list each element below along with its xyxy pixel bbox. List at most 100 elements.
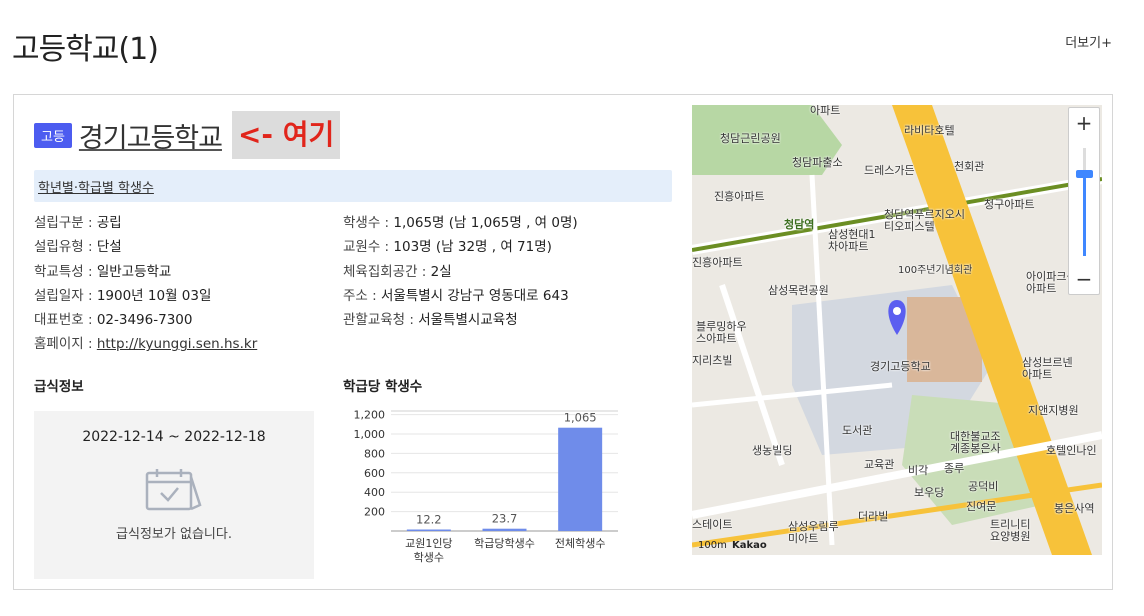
info-row: 교원수 : 103명 (남 32명 , 여 71명) <box>343 235 673 259</box>
map-label: 진흥아파트 <box>692 256 743 269</box>
map-label: 라비타호텔 <box>904 124 955 137</box>
map-label: 호텔인나인 <box>1046 444 1097 457</box>
map-label: 진여문 <box>966 500 997 513</box>
map-label: 천회관 <box>954 160 985 173</box>
y-tick-label: 800 <box>364 447 385 460</box>
map-label: 생농빌딩 <box>752 444 793 457</box>
chart-section-title: 학급당 학생수 <box>343 379 423 395</box>
map-label: 삼성우림루미아트 <box>788 520 839 545</box>
x-tick-label: 전체학생수 <box>555 537 606 550</box>
info-right: 학생수 : 1,065명 (남 1,065명 , 여 0명) 교원수 : 103… <box>343 211 673 332</box>
y-tick-label: 400 <box>364 486 385 499</box>
map-label: 100주년기념회관 <box>898 265 973 276</box>
map-label: 청담역푸르지오시티오피스텔 <box>884 208 965 233</box>
info-key: 체육집회공간 : <box>343 263 427 280</box>
info-value: 103명 (남 32명 , 여 71명) <box>393 239 552 256</box>
info-row: 설립일자 : 1900년 10월 03일 <box>34 284 334 308</box>
meal-date-range: 2022-12-14 ~ 2022-12-18 <box>82 429 266 445</box>
info-value: 서울특별시 강남구 영동대로 643 <box>380 287 569 304</box>
annotation-label: <- 여기 <box>231 111 341 159</box>
page-title: 고등학교(1) <box>12 32 159 67</box>
x-tick-label: 학생수 <box>414 551 444 564</box>
map-label: 비각 <box>908 464 929 477</box>
info-key: 교원수 : <box>343 239 390 256</box>
map-label: 삼성브르넨아파트 <box>1022 356 1073 381</box>
map-label: 진흥아파트 <box>714 190 765 203</box>
map-scale-label: 100m <box>698 540 727 551</box>
info-value: 1900년 10월 03일 <box>96 287 212 304</box>
map-label: 봉은사역 <box>1054 502 1095 515</box>
info-row: 학교특성 : 일반고등학교 <box>34 260 334 284</box>
info-row: 대표번호 : 02-3496-7300 <box>34 308 334 332</box>
map-label: 청담근린공원 <box>720 132 781 145</box>
map-label: 대한불교조계종봉은사 <box>950 430 1001 455</box>
info-key: 대표번호 : <box>34 312 93 329</box>
school-header: 고등 경기고등학교 <- 여기 <box>34 109 341 161</box>
info-row: 주소 : 서울특별시 강남구 영동대로 643 <box>343 284 673 308</box>
info-key: 관할교육청 : <box>343 312 414 329</box>
map-label: 청구아파트 <box>984 198 1035 211</box>
y-tick-label: 1,000 <box>354 428 386 441</box>
map-label: 삼성목련공원 <box>768 284 829 297</box>
info-row: 체육집회공간 : 2실 <box>343 260 673 284</box>
map-label: 스테이트 <box>692 518 733 531</box>
info-row: 관할교육청 : 서울특별시교육청 <box>343 308 673 332</box>
meal-section-title: 급식정보 <box>34 379 84 395</box>
map-label: 청담역 <box>784 218 815 231</box>
school-level-badge: 고등 <box>34 122 72 148</box>
data-label: 12.2 <box>416 513 442 527</box>
bar <box>406 529 451 531</box>
location-map[interactable]: 아파트 라비타호텔 청담근린공원 청담파출소 드레스가든 천회관 진흥아파트 청… <box>692 105 1102 555</box>
meal-empty-text: 급식정보가 없습니다. <box>116 527 232 542</box>
data-label: 1,065 <box>564 411 597 425</box>
info-value: 서울특별시교육청 <box>418 312 518 329</box>
info-left: 설립구분 : 공립 설립유형 : 단설 학교특성 : 일반고등학교 설립일자 :… <box>34 211 334 357</box>
zoom-slider-handle[interactable] <box>1076 170 1093 178</box>
school-name-link[interactable]: 경기고등학교 <box>79 116 223 155</box>
map-label: 지리츠빌 <box>692 354 733 367</box>
meal-box: 2022-12-14 ~ 2022-12-18 급식정보가 없습니다. <box>34 411 314 579</box>
zoom-fill <box>1083 178 1086 256</box>
zoom-out-button[interactable]: − <box>1069 264 1099 294</box>
info-value: 일반고등학교 <box>96 263 172 280</box>
map-label: 경기고등학교 <box>870 360 931 373</box>
y-tick-label: 1,200 <box>354 409 386 422</box>
x-tick-label: 교원1인당 <box>405 537 452 550</box>
map-label: 공덕비 <box>968 480 999 493</box>
student-stats-bar: 학년별·학급별 학생수 <box>34 170 672 202</box>
info-row: 홈페이지 : http://kyunggi.sen.hs.kr <box>34 332 334 356</box>
map-label: 블루밍하우스아파트 <box>696 320 747 345</box>
info-value: 공립 <box>96 215 122 231</box>
map-label: 트리니티요양병원 <box>990 518 1031 543</box>
map-label: 드레스가든 <box>864 164 915 177</box>
x-tick-label: 학급당학생수 <box>474 537 535 550</box>
school-card: 고등 경기고등학교 <- 여기 학년별·학급별 학생수 설립구분 : 공립 설립… <box>13 94 1113 590</box>
map-label: 교육관 <box>864 458 895 471</box>
homepage-link[interactable]: http://kyunggi.sen.hs.kr <box>97 336 257 352</box>
info-row: 학생수 : 1,065명 (남 1,065명 , 여 0명) <box>343 211 673 235</box>
calendar-check-icon <box>144 467 204 519</box>
info-key: 설립구분 : <box>34 215 93 231</box>
info-key: 설립일자 : <box>34 287 93 304</box>
map-label: 삼성현대1차아파트 <box>828 228 876 253</box>
map-label: 보우당 <box>914 486 945 499</box>
info-value: 단설 <box>96 239 122 256</box>
info-key: 주소 : <box>343 287 377 304</box>
student-stats-link[interactable]: 학년별·학급별 학생수 <box>38 177 154 196</box>
info-key: 학교특성 : <box>34 263 93 280</box>
zoom-in-button[interactable]: + <box>1069 108 1099 138</box>
data-label: 23.7 <box>492 512 518 526</box>
info-value: 2실 <box>430 263 452 280</box>
map-label: 도서관 <box>842 424 873 437</box>
info-value: 02-3496-7300 <box>96 312 193 329</box>
students-bar-chart: 200 400 600 800 1,000 1,200 12.2 교원1인당학생수 23.7 학급… <box>354 409 618 564</box>
more-link[interactable]: 더보기+ <box>1065 32 1112 51</box>
map-scale: 100m Kakao <box>698 540 767 551</box>
info-row: 설립구분 : 공립 <box>34 211 334 235</box>
bar <box>558 427 603 531</box>
map-label: 더라빌 <box>858 510 889 523</box>
info-key: 설립유형 : <box>34 239 93 256</box>
map-label: 청담파출소 <box>792 156 843 169</box>
info-value: 1,065명 (남 1,065명 , 여 0명) <box>393 215 578 231</box>
map-label: 지앤지병원 <box>1028 404 1079 417</box>
